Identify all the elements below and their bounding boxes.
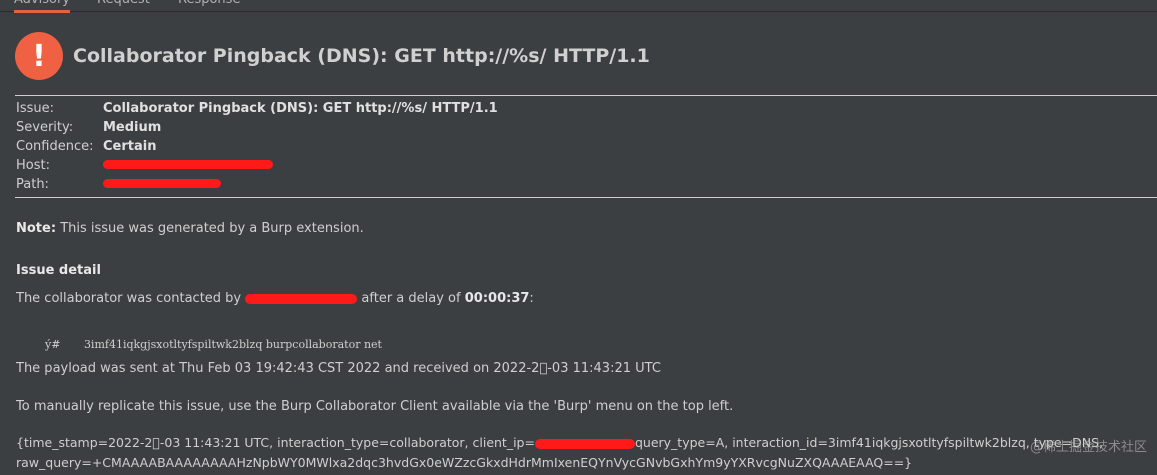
note-text: This issue was generated by a Burp exten…: [60, 221, 364, 236]
severity-label: Severity:: [16, 120, 74, 135]
note-line: Note: This issue was generated by a Burp…: [16, 221, 364, 236]
replicate-line: To manually replicate this issue, use th…: [16, 399, 734, 414]
contacted-redaction: [245, 293, 358, 304]
issue-value: Collaborator Pingback (DNS): GET http://…: [103, 101, 498, 116]
tab-bar: Advisory Request Response: [0, 0, 1157, 13]
path-label: Path:: [16, 177, 49, 192]
dns-query: 3imf41iqkgjsxotltyfspiltwk2blzq burpcoll…: [83, 338, 382, 351]
host-label: Host:: [16, 158, 50, 173]
sent-line: The payload was sent at Thu Feb 03 19:42…: [16, 361, 661, 376]
dns-query-line: ý# 3imf41iqkgjsxotltyfspiltwk2blzq burpc…: [45, 338, 382, 351]
path-redaction: [103, 179, 221, 188]
dns-prefix: ý#: [45, 338, 61, 351]
delay-value: 00:00:37: [464, 291, 530, 306]
confidence-label: Confidence:: [16, 139, 94, 154]
issue-detail-heading: Issue detail: [16, 263, 101, 278]
note-label: Note:: [16, 221, 57, 236]
issue-details: Issue: Collaborator Pingback (DNS): GET …: [16, 99, 498, 194]
contacted-suffix: :: [529, 291, 534, 306]
watermark: @稀土掘金技术社区: [1029, 440, 1147, 455]
client-ip-redaction: [534, 438, 635, 449]
divider-bottom: [15, 197, 1157, 198]
raw-line1-a: {time_stamp=2022-2 -03 11:43:21 UTC, int…: [16, 435, 535, 450]
contacted-prefix: The collaborator was contacted by: [16, 291, 242, 306]
raw-interaction-line2: raw_query=+CMAAAABAAAAAAAAHzNpbWY0MWlxa2…: [16, 455, 913, 470]
tab-advisory[interactable]: Advisory: [14, 0, 70, 13]
issue-label: Issue:: [16, 101, 54, 116]
issue-detail-heading-text: Issue detail: [16, 263, 101, 278]
confidence-value: Certain: [103, 139, 157, 154]
issue-title: Collaborator Pingback (DNS): GET http://…: [73, 45, 650, 67]
exclamation-icon: !: [15, 32, 63, 80]
contacted-line: The collaborator was contacted by after …: [16, 291, 534, 306]
contacted-middle: after a delay of: [361, 291, 461, 306]
raw-interaction-line1: {time_stamp=2022-2 -03 11:43:21 UTC, int…: [16, 435, 1103, 450]
tab-response[interactable]: Response: [178, 0, 240, 8]
tab-request[interactable]: Request: [97, 0, 150, 8]
severity-value: Medium: [103, 120, 162, 135]
host-redaction: [103, 160, 273, 169]
issue-header: ! Collaborator Pingback (DNS): GET http:…: [15, 32, 650, 80]
divider-top: [15, 95, 1157, 96]
